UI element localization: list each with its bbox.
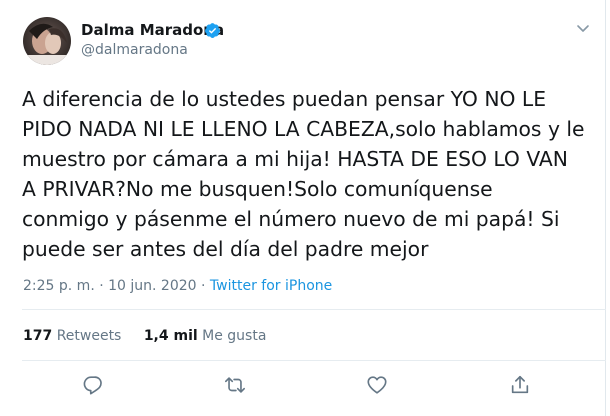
meta-separator: · bbox=[99, 278, 104, 294]
verified-badge-icon bbox=[204, 22, 221, 39]
meta-separator: · bbox=[201, 278, 206, 294]
author-handle[interactable]: @dalmaradona bbox=[81, 41, 188, 59]
share-icon[interactable] bbox=[509, 374, 531, 396]
heart-icon[interactable] bbox=[366, 374, 388, 396]
retweet-icon[interactable] bbox=[224, 374, 246, 396]
author-display-name[interactable]: Dalma Maradona bbox=[81, 20, 224, 40]
likes-count: 1,4 mil bbox=[143, 328, 198, 344]
divider bbox=[22, 309, 606, 310]
avatar[interactable] bbox=[23, 17, 71, 65]
tweet-text-line: PIDO NADA NI LE LLENO LA CABEZA,solo hab… bbox=[22, 117, 585, 141]
tweet-source-link[interactable]: Twitter for iPhone bbox=[210, 278, 332, 294]
reply-icon[interactable] bbox=[82, 374, 104, 396]
likes-label: Me gusta bbox=[202, 328, 267, 344]
tweet-date[interactable]: 10 jun. 2020 bbox=[108, 278, 196, 294]
retweets-count: 177 bbox=[23, 328, 53, 344]
tweet-text: A diferencia de lo ustedes puedan pensar… bbox=[22, 84, 594, 264]
tweet-time[interactable]: 2:25 p. m. bbox=[23, 278, 95, 294]
tweet-text-line: conmigo y pásenme el número nuevo de mi … bbox=[22, 207, 560, 231]
chevron-down-icon[interactable] bbox=[575, 20, 591, 36]
tweet-text-line: puede ser antes del día del padre mejor bbox=[22, 237, 429, 261]
tweet-text-line: A diferencia de lo ustedes puedan pensar… bbox=[22, 87, 547, 111]
tweet-card: Dalma Maradona @dalmaradona A diferencia… bbox=[0, 0, 606, 416]
divider bbox=[22, 360, 606, 361]
tweet-text-line: muestro por cámara a mi hija! HASTA DE E… bbox=[22, 147, 568, 171]
tweet-text-line: A PRIVAR?No me busquen!Solo comuníquense bbox=[22, 177, 493, 201]
tweet-stats: 177 Retweets 1,4 mil Me gusta bbox=[23, 326, 284, 346]
retweets-stat[interactable]: 177 Retweets bbox=[23, 326, 121, 346]
tweet-meta: 2:25 p. m. · 10 jun. 2020 · Twitter for … bbox=[23, 276, 332, 296]
retweets-label: Retweets bbox=[56, 328, 122, 344]
likes-stat[interactable]: 1,4 mil Me gusta bbox=[144, 326, 267, 346]
